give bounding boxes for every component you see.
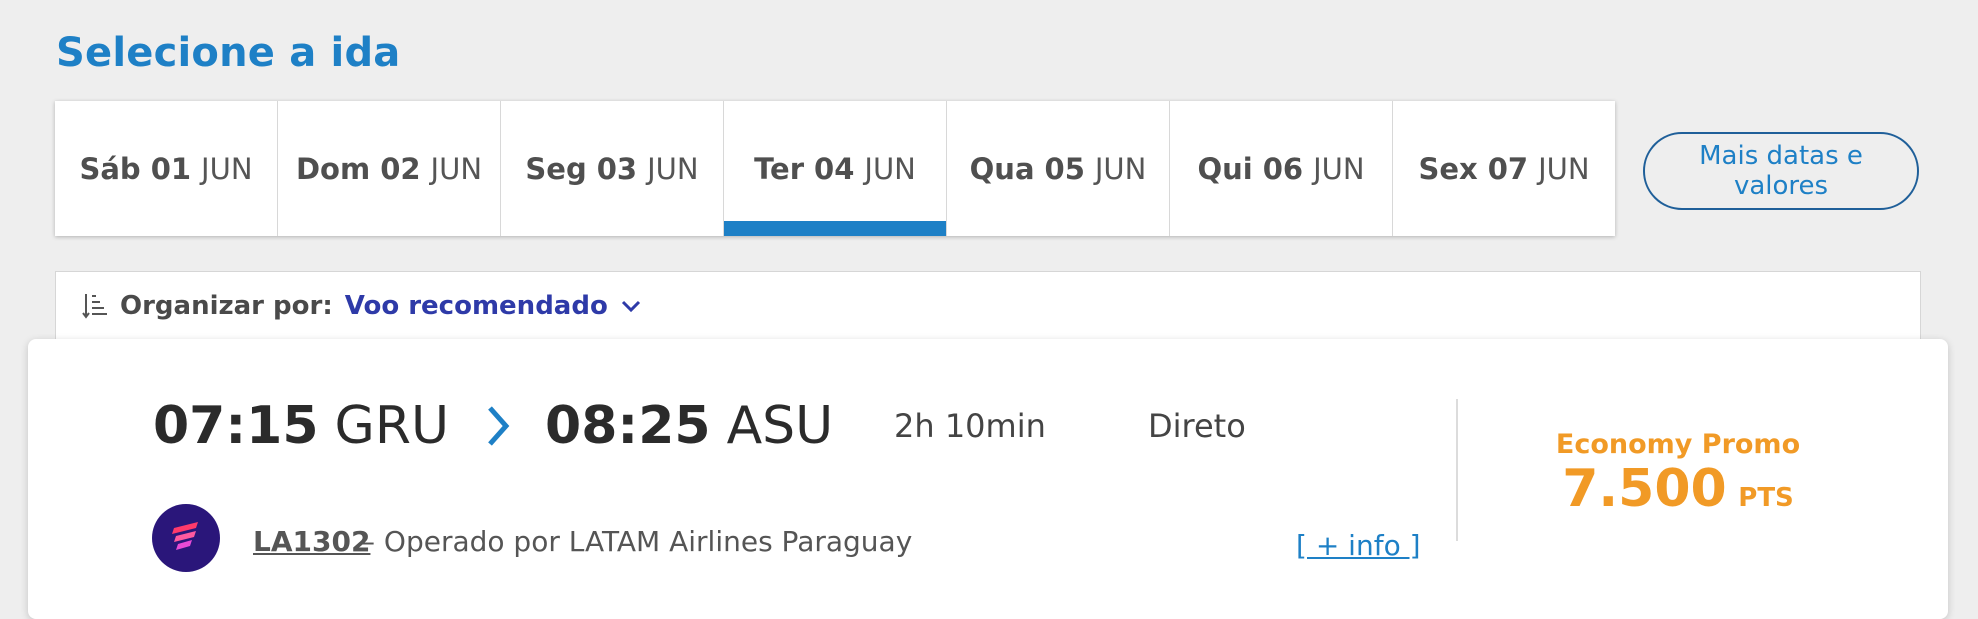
depart-airport: GRU	[334, 396, 450, 456]
sort-dropdown[interactable]: Voo recomendado	[345, 291, 608, 321]
date-tab[interactable]: Sáb 01 JUN	[55, 101, 278, 236]
date-tab-month: JUN	[430, 151, 483, 186]
date-tab[interactable]: Qua 05 JUN	[947, 101, 1170, 236]
operated-by: – Operado por LATAM Airlines Paraguay	[361, 525, 913, 558]
date-tab-num: 04	[814, 151, 855, 186]
fare-name: Economy Promo	[1555, 429, 1801, 460]
date-tab-num: 05	[1044, 151, 1085, 186]
date-tab-day: Sex	[1418, 151, 1478, 186]
airline-logo	[152, 504, 220, 572]
card-divider	[1456, 399, 1458, 541]
date-tab-day: Dom	[295, 151, 371, 186]
date-tab-num: 03	[596, 151, 638, 186]
flight-number-link[interactable]: LA1302	[253, 525, 370, 558]
chevron-right-icon	[488, 406, 510, 446]
fare-price[interactable]: 7.500 PTS	[1548, 459, 1808, 519]
sort-bar: Organizar por: Voo recomendado	[55, 271, 1921, 341]
date-tab-day: Seg	[525, 151, 587, 186]
date-tab[interactable]: Qui 06 JUN	[1170, 101, 1393, 236]
arrive-time: 08:25	[545, 396, 711, 456]
more-info-link[interactable]: [ + info ]	[1296, 529, 1421, 562]
more-dates-label-line1: Mais datas e	[1699, 141, 1863, 171]
date-tab[interactable]: Dom 02 JUN	[278, 101, 501, 236]
date-tab-num: 02	[380, 151, 421, 186]
date-tab-month: JUN	[647, 151, 699, 186]
fare-unit: PTS	[1738, 483, 1794, 513]
date-tabs: Sáb 01 JUN Dom 02 JUN Seg 03 JUN Ter 04 …	[55, 101, 1615, 236]
date-tab-num: 01	[150, 151, 192, 186]
more-dates-label: Mais datas e valores	[1699, 141, 1863, 201]
depart-time: 07:15	[153, 396, 319, 456]
date-tab-month: JUN	[1313, 151, 1365, 186]
date-tab-num: 07	[1487, 151, 1529, 186]
date-tab-month: JUN	[864, 151, 916, 186]
more-dates-label-line2: valores	[1733, 171, 1829, 201]
date-tab-num: 06	[1262, 151, 1304, 186]
date-tab-selected[interactable]: Ter 04 JUN	[724, 101, 947, 236]
date-tab[interactable]: Sex 07 JUN	[1393, 101, 1615, 236]
flight-times: 07:15 GRU 08:25 ASU	[153, 396, 865, 456]
page-title: Selecione a ida	[56, 30, 401, 76]
latam-logo-icon	[172, 522, 198, 550]
date-tab-day: Qui	[1197, 151, 1253, 186]
date-tab-day: Qua	[969, 151, 1035, 186]
more-dates-button[interactable]: Mais datas e valores	[1643, 132, 1919, 210]
date-tab-day: Sáb	[79, 151, 141, 186]
flight-duration: 2h 10min	[894, 407, 1046, 445]
sort-label: Organizar por:	[120, 291, 333, 321]
date-tab[interactable]: Seg 03 JUN	[501, 101, 724, 236]
sort-icon	[82, 294, 107, 319]
date-tab-month: JUN	[1538, 151, 1590, 186]
fare-amount: 7.500	[1562, 459, 1727, 519]
date-tab-day: Ter	[754, 151, 805, 186]
date-tab-month: JUN	[201, 151, 253, 186]
flight-stops: Direto	[1148, 407, 1246, 445]
flight-card[interactable]: 07:15 GRU 08:25 ASU 2h 10min Direto Econ…	[28, 339, 1948, 619]
chevron-down-icon[interactable]	[620, 299, 642, 313]
date-tab-month: JUN	[1094, 151, 1147, 186]
arrive-airport: ASU	[726, 396, 834, 456]
